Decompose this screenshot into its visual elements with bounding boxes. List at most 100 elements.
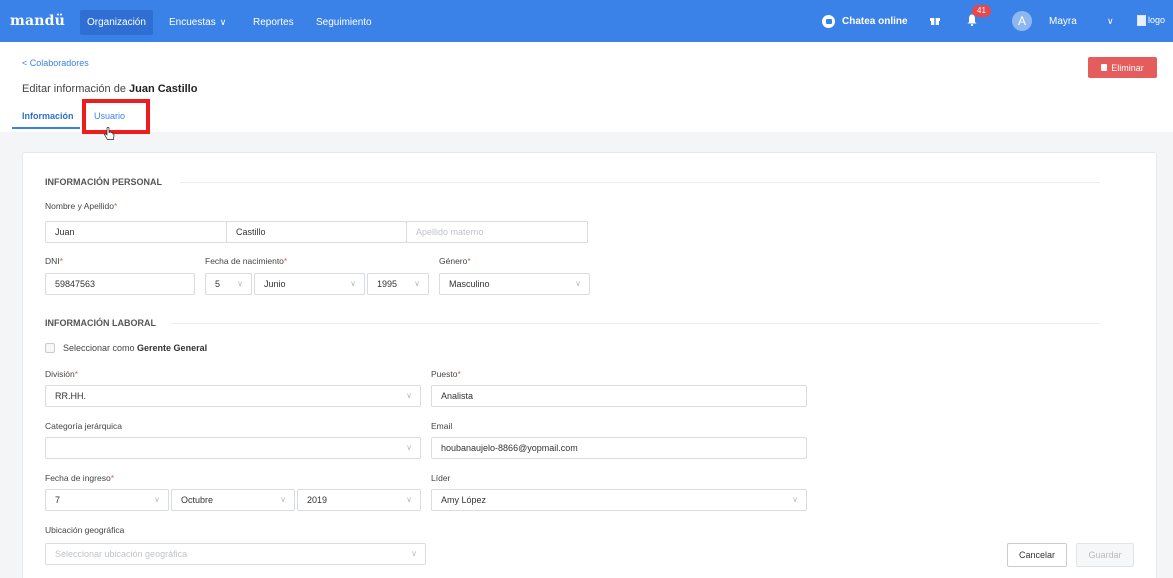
required-asterisk: * bbox=[113, 201, 118, 211]
chevron-down-icon[interactable]: ∨ bbox=[1107, 16, 1114, 27]
birth-year-value: 1995 bbox=[377, 279, 398, 289]
chevron-down-icon: ∨ bbox=[350, 279, 356, 288]
category-label: Categoría jerárquica bbox=[45, 421, 123, 431]
leader-select[interactable]: Amy López ∨ bbox=[431, 489, 807, 511]
dni-label-text: DNI bbox=[45, 256, 60, 266]
position-label-text: Puesto bbox=[431, 369, 458, 379]
brand-logo[interactable]: mandü bbox=[10, 13, 65, 29]
save-button[interactable]: Guardar bbox=[1076, 543, 1134, 567]
dni-label: DNI* bbox=[45, 256, 63, 266]
birth-year-select[interactable]: 1995 ∨ bbox=[367, 273, 429, 295]
nav-seguimiento[interactable]: Seguimiento bbox=[309, 10, 379, 35]
general-manager-checkbox[interactable] bbox=[45, 343, 55, 353]
section-title-work: INFORMACIÓN LABORAL bbox=[45, 318, 156, 328]
birth-month-select[interactable]: Junio ∨ bbox=[254, 273, 365, 295]
leader-value: Amy López bbox=[441, 495, 487, 505]
location-placeholder: Seleccionar ubicación geográfica bbox=[55, 549, 188, 559]
position-field[interactable]: Analista bbox=[431, 385, 807, 407]
division-label-text: División bbox=[45, 369, 75, 379]
required-asterisk: * bbox=[59, 256, 63, 266]
hire-year-select[interactable]: 2019 ∨ bbox=[297, 489, 421, 511]
chevron-down-icon: ∨ bbox=[237, 279, 243, 288]
dni-field[interactable]: 59847563 bbox=[45, 273, 195, 295]
division-value: RR.HH. bbox=[55, 391, 86, 401]
required-asterisk: * bbox=[110, 473, 114, 483]
hire-date-label-text: Fecha de ingreso bbox=[45, 473, 111, 483]
section-title-personal: INFORMACIÓN PERSONAL bbox=[45, 177, 162, 187]
birth-date-label-text: Fecha de nacimiento bbox=[205, 256, 284, 266]
position-label: Puesto* bbox=[431, 369, 461, 379]
hire-date-label: Fecha de ingreso* bbox=[45, 473, 114, 483]
gender-value: Masculino bbox=[449, 279, 490, 289]
chat-label: Chatea online bbox=[842, 16, 908, 27]
gender-label: Género* bbox=[439, 256, 471, 266]
chevron-down-icon: ∨ bbox=[280, 495, 286, 504]
last-name-field[interactable]: Castillo bbox=[226, 221, 407, 243]
page-title-name: Juan Castillo bbox=[129, 83, 198, 95]
manager-label-bold: Gerente General bbox=[137, 343, 208, 353]
required-asterisk: * bbox=[467, 256, 471, 266]
company-logo: logo bbox=[1137, 12, 1173, 28]
email-label: Email bbox=[431, 421, 453, 431]
delete-button[interactable]: Eliminar bbox=[1088, 57, 1157, 78]
hire-year-value: 2019 bbox=[307, 495, 328, 505]
manager-label-prefix: Seleccionar como bbox=[63, 343, 138, 353]
section-divider bbox=[170, 323, 1100, 324]
birth-date-label: Fecha de nacimiento* bbox=[205, 256, 287, 266]
required-asterisk: * bbox=[283, 256, 288, 266]
cancel-button[interactable]: Cancelar bbox=[1007, 543, 1067, 567]
chevron-down-icon: ∨ bbox=[406, 443, 412, 452]
user-name[interactable]: Mayra bbox=[1049, 16, 1077, 27]
hire-day-value: 7 bbox=[55, 495, 61, 505]
chevron-down-icon: ∨ bbox=[792, 495, 798, 504]
top-navbar: mandü Organización Encuestas ∨ Reportes S… bbox=[0, 0, 1173, 42]
required-asterisk: * bbox=[457, 369, 461, 379]
nav-reportes[interactable]: Reportes bbox=[246, 10, 301, 35]
delete-label: Eliminar bbox=[1111, 62, 1144, 73]
name-label: Nombre y Apellido* bbox=[45, 201, 117, 211]
trash-icon bbox=[1101, 64, 1108, 71]
required-asterisk: * bbox=[74, 369, 79, 379]
hire-month-select[interactable]: Octubre ∨ bbox=[171, 489, 295, 511]
general-manager-label[interactable]: Seleccionar como Gerente General bbox=[63, 343, 207, 353]
section-divider bbox=[180, 182, 1100, 183]
chevron-down-icon: ∨ bbox=[219, 17, 227, 27]
maternal-last-name-field[interactable]: Apellido materno bbox=[406, 221, 588, 243]
chevron-down-icon: ∨ bbox=[406, 391, 412, 400]
first-name-field[interactable]: Juan bbox=[45, 221, 227, 243]
highlight-annotation-box bbox=[82, 99, 150, 134]
chat-icon bbox=[822, 15, 835, 28]
category-select[interactable]: ∨ bbox=[45, 437, 421, 459]
name-label-text: Nombre y Apellido bbox=[45, 201, 114, 211]
email-field[interactable]: houbanaujelo-8866@yopmail.com bbox=[431, 437, 807, 459]
nav-encuestas[interactable]: Encuestas ∨ bbox=[162, 10, 233, 35]
division-label: División* bbox=[45, 369, 78, 379]
chevron-down-icon: ∨ bbox=[575, 279, 581, 288]
nav-encuestas-label: Encuestas bbox=[169, 17, 216, 28]
tab-informacion[interactable]: Información bbox=[22, 111, 74, 121]
location-select[interactable]: Seleccionar ubicación geográfica ∨ bbox=[45, 543, 426, 565]
birth-month-value: Junio bbox=[264, 279, 286, 289]
avatar[interactable]: A bbox=[1012, 11, 1032, 31]
hand-cursor-icon bbox=[104, 127, 115, 140]
broken-image-icon bbox=[1137, 14, 1146, 26]
chevron-down-icon: ∨ bbox=[154, 495, 160, 504]
form-card bbox=[22, 152, 1157, 578]
division-select[interactable]: RR.HH. ∨ bbox=[45, 385, 421, 407]
nav-organizacion[interactable]: Organización bbox=[80, 10, 153, 35]
chevron-down-icon: ∨ bbox=[411, 549, 417, 558]
hire-day-select[interactable]: 7 ∨ bbox=[45, 489, 169, 511]
gift-icon[interactable] bbox=[930, 16, 940, 25]
gender-label-text: Género bbox=[439, 256, 468, 266]
chevron-down-icon: ∨ bbox=[406, 495, 412, 504]
breadcrumb-back-link[interactable]: < Colaboradores bbox=[22, 58, 89, 68]
birth-day-value: 5 bbox=[215, 279, 221, 289]
birth-day-select[interactable]: 5 ∨ bbox=[205, 273, 252, 295]
page-title: Editar información de Juan Castillo bbox=[22, 83, 197, 95]
chat-online-button[interactable]: Chatea online bbox=[822, 15, 908, 28]
hire-month-value: Octubre bbox=[181, 495, 214, 505]
gender-select[interactable]: Masculino ∨ bbox=[439, 273, 590, 295]
page-title-prefix: Editar información de bbox=[22, 83, 129, 95]
logo-alt-text: logo bbox=[1148, 15, 1166, 25]
chevron-down-icon: ∨ bbox=[414, 279, 420, 288]
